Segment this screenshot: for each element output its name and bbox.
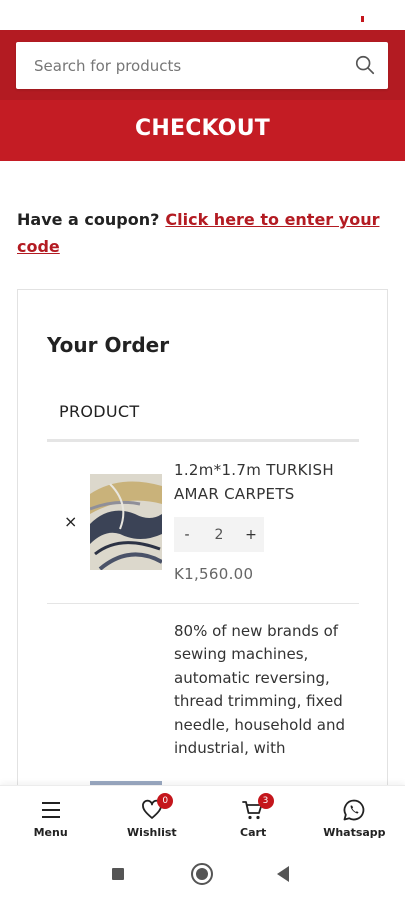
product-description[interactable]: 80% of new brands of sewing machines, au… <box>174 620 354 760</box>
product-name[interactable]: 1.2m*1.7m TURKISH AMAR CARPETS <box>174 458 354 506</box>
product-price: K1,560.00 <box>174 565 254 583</box>
nav-menu-label: Menu <box>33 826 68 839</box>
quantity-decrease-button[interactable]: - <box>174 527 200 543</box>
bottom-navigation: Menu 0 Wishlist 3 Cart Whatsapp <box>0 785 405 846</box>
nav-cart-label: Cart <box>240 826 267 839</box>
system-navigation-bar <box>0 846 405 900</box>
nav-whatsapp[interactable]: Whatsapp <box>304 786 405 846</box>
coupon-notice: Have a coupon? Click here to enter your c… <box>17 206 389 260</box>
nav-cart[interactable]: 3 Cart <box>203 786 304 846</box>
remove-item-button[interactable]: × <box>64 512 77 531</box>
order-heading: Your Order <box>47 333 170 357</box>
back-icon[interactable] <box>277 866 289 882</box>
quantity-value[interactable]: 2 <box>200 527 238 543</box>
header-divider <box>47 439 359 442</box>
whatsapp-icon <box>343 799 365 821</box>
item-divider <box>47 603 359 604</box>
quantity-stepper: - 2 + <box>174 517 264 552</box>
status-indicator <box>361 16 364 22</box>
product-column-header: PRODUCT <box>59 402 140 421</box>
menu-icon <box>41 802 60 818</box>
recent-apps-icon[interactable] <box>112 868 124 880</box>
site-header: CHECKOUT <box>0 30 405 161</box>
search-input[interactable] <box>16 42 346 89</box>
coupon-question: Have a coupon? <box>17 210 160 229</box>
cart-count-badge: 3 <box>257 793 274 809</box>
nav-menu[interactable]: Menu <box>0 786 101 846</box>
search-icon[interactable] <box>354 54 376 76</box>
product-thumbnail[interactable] <box>90 474 162 570</box>
nav-wishlist-label: Wishlist <box>127 826 177 839</box>
nav-wishlist[interactable]: 0 Wishlist <box>101 786 202 846</box>
top-status-area <box>0 0 405 30</box>
home-icon[interactable] <box>191 863 213 885</box>
carpet-image <box>90 474 162 570</box>
search-bar <box>16 42 388 89</box>
quantity-increase-button[interactable]: + <box>238 527 264 543</box>
nav-whatsapp-label: Whatsapp <box>323 826 386 839</box>
wishlist-count-badge: 0 <box>157 793 174 809</box>
page-title: CHECKOUT <box>135 116 270 141</box>
